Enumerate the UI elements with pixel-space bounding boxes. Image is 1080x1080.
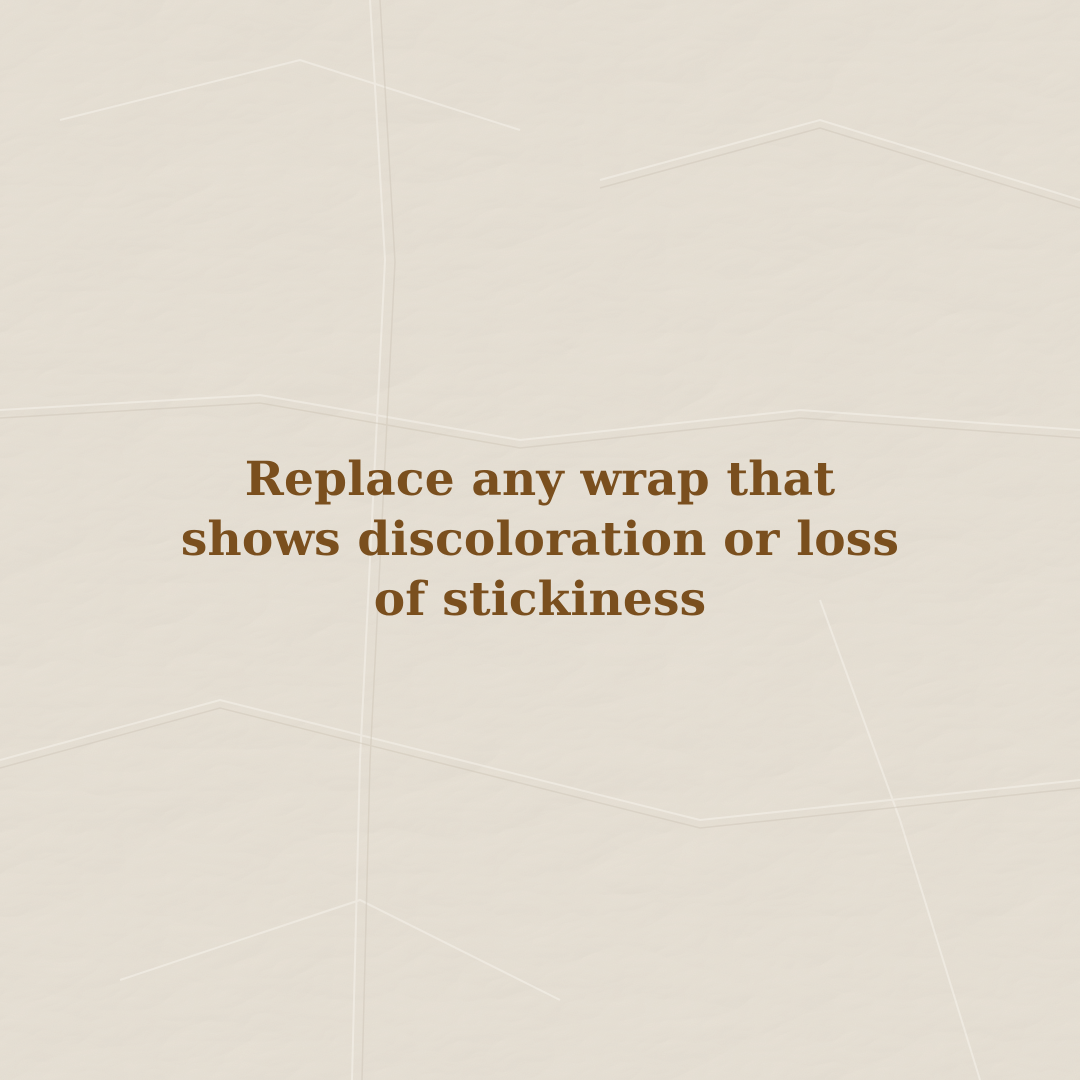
tip-message: Replace any wrap that shows discoloratio…	[140, 450, 940, 630]
message-line-2: shows discoloration or loss	[180, 512, 900, 567]
message-line-1: Replace any wrap that	[244, 452, 836, 507]
message-line-3: of stickiness	[373, 572, 707, 627]
post-canvas: Replace any wrap that shows discoloratio…	[0, 0, 1080, 1080]
